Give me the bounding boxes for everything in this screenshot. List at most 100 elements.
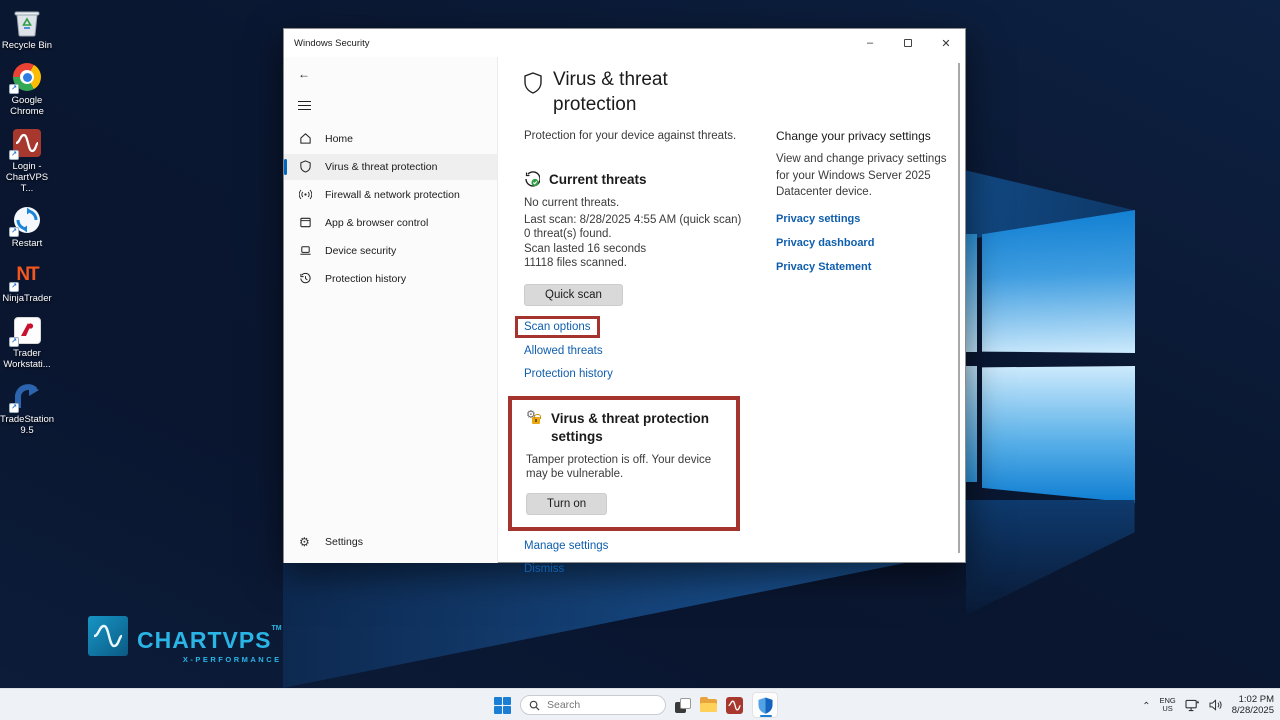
network-icon[interactable] [1185, 699, 1200, 712]
scan-status-icon [524, 171, 540, 187]
allowed-threats-link[interactable]: Allowed threats [524, 345, 965, 357]
app-window-icon [299, 216, 312, 229]
sidebar-item-virus-threat-protection[interactable]: Virus & threat protection [284, 154, 497, 180]
sidebar-item-settings[interactable]: ⚙ Settings [284, 529, 497, 555]
shortcut-arrow-icon: ↗ [9, 337, 19, 347]
network-signal-icon [299, 188, 312, 201]
system-tray: ⌃ ENG US 1:02 PM 8/28/2025 [1142, 689, 1274, 720]
back-button[interactable]: ← [298, 67, 314, 81]
privacy-aside: Change your privacy settings View and ch… [776, 129, 961, 273]
aside-heading: Change your privacy settings [776, 129, 961, 143]
sidebar-item-label: App & browser control [325, 217, 428, 229]
ninjatrader-icon: NT ↗ [11, 259, 43, 291]
desktop-icon-login-chartvps[interactable]: ↗ Login - ChartVPS T... [0, 127, 54, 194]
card-heading: Virus & threat protection settings [551, 410, 716, 446]
sidebar-item-label: Virus & threat protection [325, 161, 437, 173]
maximize-button[interactable] [889, 30, 927, 57]
sidebar-item-label: Firewall & network protection [325, 189, 460, 201]
dismiss-link[interactable]: Dismiss [524, 563, 965, 575]
windows-security-app-button[interactable] [752, 692, 778, 718]
scan-options-link[interactable]: Scan options [524, 321, 591, 333]
taskbar-search[interactable] [520, 695, 666, 715]
desktop-icon-label: Restart [0, 238, 54, 249]
scan-summary-line: Scan lasted 16 seconds [524, 242, 774, 257]
menu-toggle-button[interactable] [298, 98, 311, 113]
desktop-icon-label: NinjaTrader [0, 293, 54, 304]
sidebar-item-label: Device security [325, 245, 396, 257]
desktop-icon-recycle-bin[interactable]: Recycle Bin [0, 6, 54, 51]
active-app-indicator [760, 715, 772, 718]
volume-icon[interactable] [1209, 699, 1223, 711]
privacy-statement-link[interactable]: Privacy Statement [776, 261, 961, 273]
desktop-icon-google-chrome[interactable]: ↗ Google Chrome [0, 61, 54, 117]
wallpaper-logo-pane-bottom-right [982, 366, 1135, 503]
scan-summary: No current threats. Last scan: 8/28/2025… [524, 196, 774, 271]
shield-icon [299, 160, 312, 173]
search-input[interactable] [547, 699, 647, 711]
file-explorer-button[interactable] [700, 699, 717, 712]
desktop-icon-label: Trader Workstati... [0, 348, 54, 370]
laptop-icon [299, 244, 312, 257]
sidebar-item-label: Home [325, 133, 353, 145]
taskbar-center-group [494, 689, 778, 720]
language-indicator[interactable]: ENG US [1159, 697, 1175, 714]
shortcut-arrow-icon: ↗ [9, 403, 19, 413]
chartvps-app-button[interactable] [726, 697, 743, 714]
desktop-icon-trader-workstation[interactable]: ↗ Trader Workstati... [0, 314, 54, 370]
aside-body: View and change privacy settings for you… [776, 151, 961, 201]
scan-summary-line: Last scan: 8/28/2025 4:55 AM (quick scan… [524, 213, 774, 228]
manage-settings-link[interactable]: Manage settings [524, 540, 965, 552]
desktop-icon-column: Recycle Bin ↗ Google Chrome ↗ Login - Ch… [0, 6, 54, 446]
desktop-icon-label: TradeStation 9.5 [0, 414, 54, 436]
shortcut-arrow-icon: ↗ [9, 227, 19, 237]
tamper-protection-alert-card: ⚙ Virus & threat protection settings Tam… [508, 396, 740, 531]
gear-lock-icon: ⚙ [526, 410, 542, 428]
protection-history-link[interactable]: Protection history [524, 368, 965, 380]
wallpaper-logo-pane-top-left [966, 234, 977, 352]
desktop-icon-tradestation[interactable]: ↗ TradeStation 9.5 [0, 380, 54, 436]
sidebar-item-protection-history[interactable]: Protection history [284, 266, 497, 292]
card-body-text: Tamper protection is off. Your device ma… [526, 453, 726, 482]
windows-security-window: Windows Security – ✕ ← Home [283, 28, 966, 563]
tradestation-icon: ↗ [11, 380, 43, 412]
turn-on-button[interactable]: Turn on [526, 493, 607, 515]
wallpaper-light-beam-top [960, 166, 1135, 240]
scan-summary-line: No current threats. [524, 196, 774, 211]
hidden-icons-chevron[interactable]: ⌃ [1142, 701, 1150, 712]
wallpaper-light-beam-under-window [283, 563, 905, 688]
history-clock-icon [299, 272, 312, 285]
desktop-icon-restart[interactable]: ↗ Restart [0, 204, 54, 249]
desktop: Recycle Bin ↗ Google Chrome ↗ Login - Ch… [0, 0, 1280, 720]
quick-scan-button[interactable]: Quick scan [524, 284, 623, 306]
tray-time: 1:02 PM [1232, 694, 1274, 705]
privacy-dashboard-link[interactable]: Privacy dashboard [776, 237, 961, 249]
clock[interactable]: 1:02 PM 8/28/2025 [1232, 694, 1274, 716]
chrome-icon: ↗ [11, 61, 43, 93]
start-button[interactable] [494, 697, 511, 714]
scan-options-highlight-box: Scan options [515, 316, 600, 338]
sidebar-item-app-browser-control[interactable]: App & browser control [284, 210, 497, 236]
tray-date: 8/28/2025 [1232, 705, 1274, 716]
search-icon [529, 700, 540, 711]
window-titlebar[interactable]: Windows Security – ✕ [284, 29, 965, 57]
minimize-button[interactable]: – [851, 30, 889, 57]
scan-summary-line: 0 threat(s) found. [524, 227, 774, 242]
sidebar-item-label: Protection history [325, 273, 406, 285]
privacy-settings-link[interactable]: Privacy settings [776, 213, 961, 225]
page-header: Virus & threat protection [524, 67, 965, 117]
chartvps-brand-logo: CHARTVPSTM X-PERFORMANCE [88, 616, 282, 664]
sidebar-item-home[interactable]: Home [284, 126, 497, 152]
vertical-scrollbar[interactable] [958, 63, 960, 553]
sidebar-item-firewall-network[interactable]: Firewall & network protection [284, 182, 497, 208]
main-content: Virus & threat protection Protection for… [498, 57, 965, 563]
task-view-button[interactable] [675, 698, 691, 713]
security-shield-icon [758, 697, 773, 714]
desktop-icon-ninjatrader[interactable]: NT ↗ NinjaTrader [0, 259, 54, 304]
scan-summary-line: 11118 files scanned. [524, 256, 774, 271]
close-button[interactable]: ✕ [927, 30, 965, 57]
sidebar-item-device-security[interactable]: Device security [284, 238, 497, 264]
chartvps-logo-icon [88, 616, 128, 656]
sidebar-item-label: Settings [325, 536, 363, 548]
shortcut-arrow-icon: ↗ [9, 84, 19, 94]
chartvps-login-icon: ↗ [11, 127, 43, 159]
